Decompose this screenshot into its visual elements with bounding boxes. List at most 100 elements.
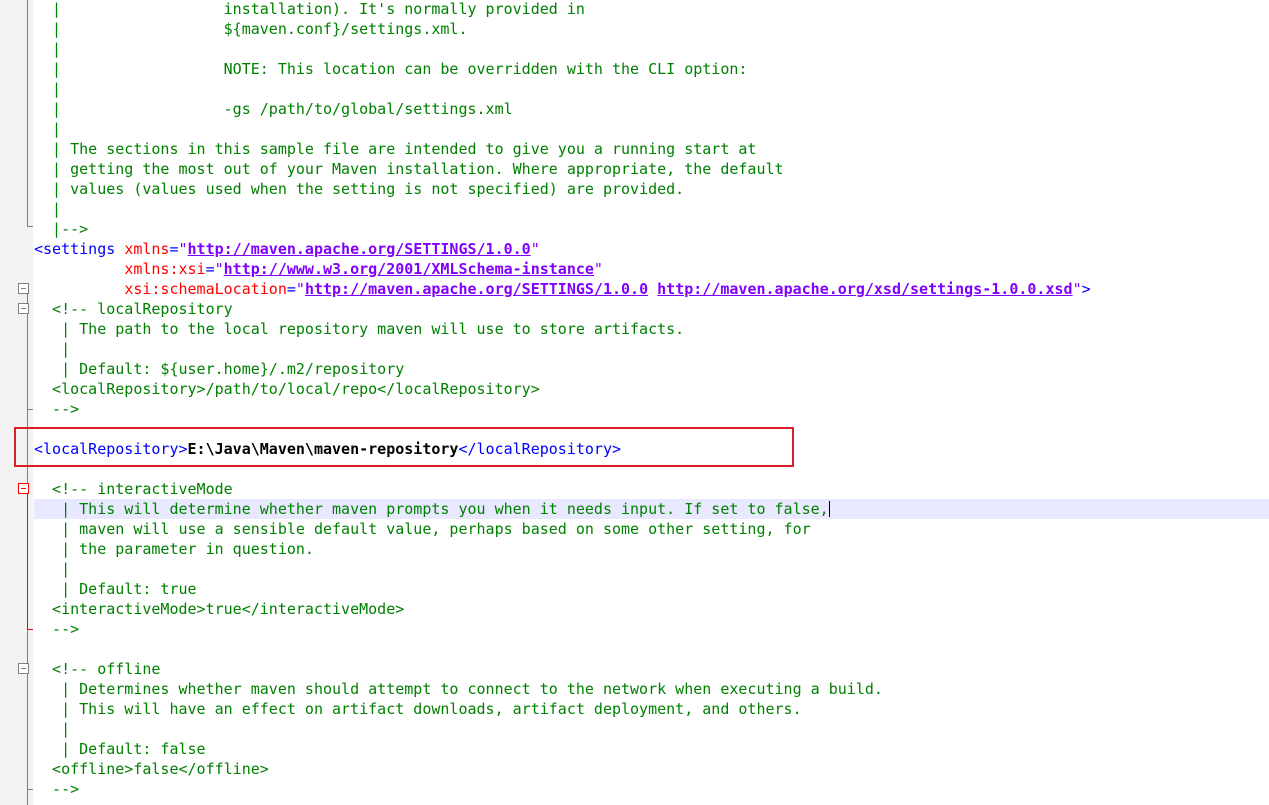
code-line[interactable]: | -gs /path/to/global/settings.xml — [34, 99, 1269, 119]
code-line[interactable]: | installation). It's normally provided … — [34, 0, 1269, 19]
code-token: | Default: false — [34, 740, 206, 758]
code-line[interactable]: <interactiveMode>true</interactiveMode> — [34, 599, 1269, 619]
code-token: --> — [34, 400, 80, 418]
annotation-highlight-box — [14, 427, 794, 467]
code-line[interactable]: <!-- interactiveMode — [34, 479, 1269, 499]
code-token: | installation). It's normally provided … — [34, 0, 585, 18]
code-token: | getting the most out of your Maven ins… — [34, 160, 784, 178]
code-token: " — [295, 280, 305, 298]
code-token: |--> — [34, 220, 89, 238]
code-line[interactable]: --> — [34, 619, 1269, 639]
code-token: | — [34, 560, 71, 578]
code-line[interactable]: | The sections in this sample file are i… — [34, 139, 1269, 159]
code-editor[interactable]: | installation). It's normally provided … — [0, 0, 1269, 805]
code-token: | — [34, 340, 71, 358]
code-token: | — [34, 80, 62, 98]
code-line[interactable]: | — [34, 39, 1269, 59]
code-token: | the parameter in question. — [34, 540, 314, 558]
code-token: | maven will use a sensible default valu… — [34, 520, 811, 538]
code-token: | The sections in this sample file are i… — [34, 140, 757, 158]
code-line[interactable]: | the parameter in question. — [34, 539, 1269, 559]
code-line[interactable]: | — [34, 199, 1269, 219]
fold-end-mark — [27, 409, 33, 410]
code-line[interactable]: | ${maven.conf}/settings.xml. — [34, 19, 1269, 39]
collapse-icon[interactable] — [18, 283, 29, 294]
code-line[interactable]: | This will have an effect on artifact d… — [34, 699, 1269, 719]
code-line[interactable]: --> — [34, 779, 1269, 799]
code-line[interactable]: | Default: false — [34, 739, 1269, 759]
code-line[interactable]: |--> — [34, 219, 1269, 239]
code-token: | The path to the local repository maven… — [34, 320, 685, 338]
code-token: | Default: ${user.home}/.m2/repository — [34, 360, 405, 378]
code-line[interactable]: xsi:schemaLocation="http://maven.apache.… — [34, 279, 1269, 299]
code-token: " — [178, 240, 188, 258]
code-token: | This will determine whether maven prom… — [34, 500, 829, 518]
code-line[interactable]: | Default: ${user.home}/.m2/repository — [34, 359, 1269, 379]
code-line[interactable]: xmlns:xsi="http://www.w3.org/2001/XMLSch… — [34, 259, 1269, 279]
fold-guide-active — [27, 489, 28, 630]
code-line[interactable]: --> — [34, 399, 1269, 419]
code-token: = — [286, 280, 296, 298]
code-token: = — [205, 260, 215, 278]
text-caret — [828, 501, 830, 517]
collapse-icon[interactable] — [18, 303, 29, 314]
collapse-icon[interactable] — [18, 483, 29, 494]
code-line[interactable]: | — [34, 339, 1269, 359]
code-token: http://maven.apache.org/SETTINGS/1.0.0 — [187, 240, 531, 258]
code-token: " — [1072, 280, 1082, 298]
code-token: xmlns:xsi — [124, 260, 206, 278]
code-line[interactable]: <!-- localRepository — [34, 299, 1269, 319]
code-line[interactable]: | values (values used when the setting i… — [34, 179, 1269, 199]
code-line[interactable]: <!-- offline — [34, 659, 1269, 679]
fold-end-mark-active — [27, 629, 33, 630]
code-text-area[interactable]: | installation). It's normally provided … — [34, 0, 1269, 799]
code-line[interactable]: <settings xmlns="http://maven.apache.org… — [34, 239, 1269, 259]
code-line[interactable]: | Default: true — [34, 579, 1269, 599]
code-token: | ${maven.conf}/settings.xml. — [34, 20, 468, 38]
code-token: " — [214, 260, 224, 278]
code-line[interactable] — [34, 639, 1269, 659]
code-line[interactable]: | The path to the local repository maven… — [34, 319, 1269, 339]
code-token: = — [169, 240, 179, 258]
code-token: http://maven.apache.org/xsd/settings-1.0… — [657, 280, 1073, 298]
code-token: | — [34, 40, 62, 58]
code-token: http://www.w3.org/2001/XMLSchema-instanc… — [223, 260, 594, 278]
code-line[interactable]: | maven will use a sensible default valu… — [34, 519, 1269, 539]
code-line[interactable]: | — [34, 719, 1269, 739]
code-line-current[interactable]: | This will determine whether maven prom… — [34, 499, 1269, 519]
code-token: <localRepository>/path/to/local/repo</lo… — [34, 380, 540, 398]
code-token: --> — [34, 620, 80, 638]
code-token: <!-- localRepository — [34, 300, 233, 318]
code-line[interactable]: | — [34, 79, 1269, 99]
code-token: <!-- offline — [34, 660, 161, 678]
code-token: <settings — [34, 240, 125, 258]
code-line[interactable]: | NOTE: This location can be overridden … — [34, 59, 1269, 79]
code-token: " — [593, 260, 603, 278]
code-line[interactable]: | — [34, 119, 1269, 139]
code-token: | This will have an effect on artifact d… — [34, 700, 802, 718]
code-token: | Determines whether maven should attemp… — [34, 680, 883, 698]
code-line[interactable]: | Determines whether maven should attemp… — [34, 679, 1269, 699]
fold-margin — [0, 0, 33, 805]
code-token: | -gs /path/to/global/settings.xml — [34, 100, 513, 118]
code-token: | values (values used when the setting i… — [34, 180, 685, 198]
code-line[interactable]: | — [34, 559, 1269, 579]
code-token: | NOTE: This location can be overridden … — [34, 60, 748, 78]
code-line[interactable]: | getting the most out of your Maven ins… — [34, 159, 1269, 179]
code-token: > — [1081, 280, 1091, 298]
code-token: | — [34, 120, 62, 138]
code-token: xmlns — [124, 240, 170, 258]
code-line[interactable]: <localRepository>/path/to/local/repo</lo… — [34, 379, 1269, 399]
fold-end-mark — [27, 226, 33, 227]
code-token: xsi:schemaLocation — [124, 280, 287, 298]
code-token: | Default: true — [34, 580, 197, 598]
code-token: <interactiveMode>true</interactiveMode> — [34, 600, 405, 618]
collapse-icon[interactable] — [18, 663, 29, 674]
fold-end-mark — [27, 789, 33, 790]
code-token: <offline>false</offline> — [34, 760, 269, 778]
code-line[interactable]: <offline>false</offline> — [34, 759, 1269, 779]
code-token: <!-- interactiveMode — [34, 480, 233, 498]
